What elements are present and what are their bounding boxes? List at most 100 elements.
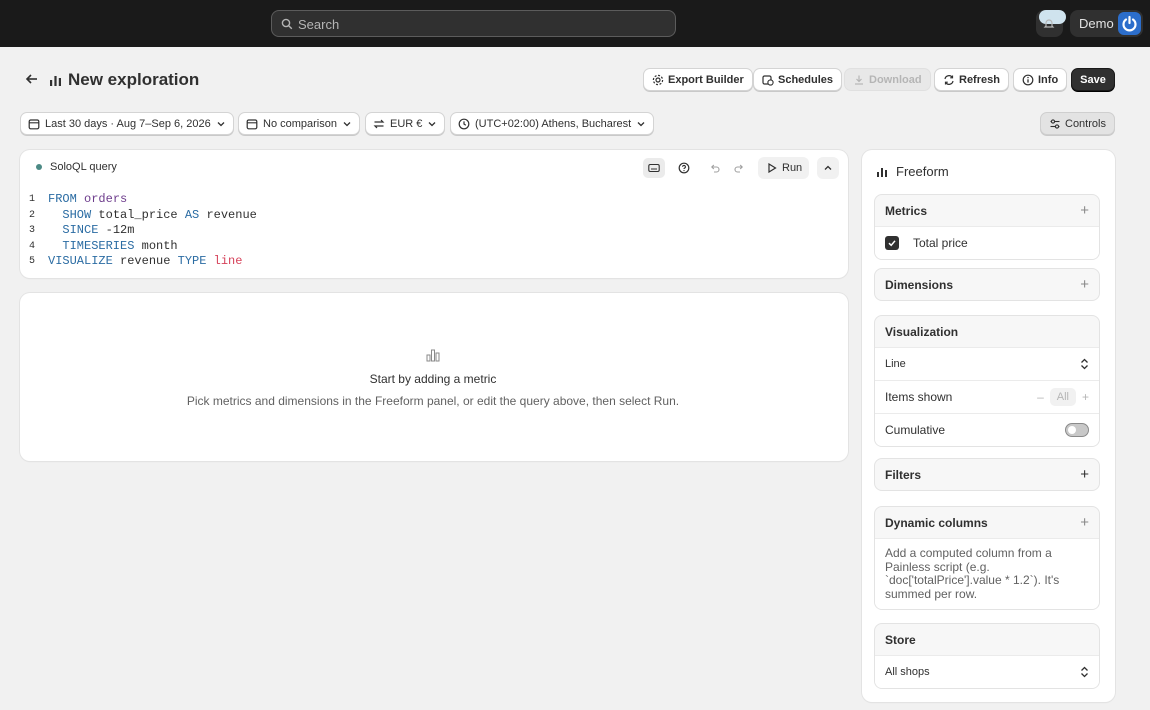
bar-chart-icon [876,166,888,178]
date-range-picker[interactable]: Last 30 days · Aug 7–Sep 6, 2026 [20,112,234,135]
run-label: Run [782,162,803,174]
controls-label: Controls [1065,117,1106,130]
cumulative-toggle[interactable] [1065,423,1089,437]
results-card: Start by adding a metric Pick metrics an… [20,293,848,461]
download-button[interactable]: Download [844,68,931,91]
refresh-label: Refresh [959,73,1000,86]
redo-button[interactable] [728,158,750,178]
checkbox-checked[interactable] [885,236,899,250]
code-token: AS [184,207,200,222]
query-header: SoloQL query [36,161,117,173]
dimensions-section: Dimensions + [874,268,1100,301]
code-token: TIMESERIES [48,238,135,253]
gear-icon [652,74,664,86]
back-button[interactable] [24,71,42,89]
page-title-wrap: New exploration [49,70,199,90]
store-heading: Store [885,632,916,647]
chevron-up-icon [823,163,833,173]
panel-title-wrap: Freeform [876,164,949,179]
dynamic-columns-section: Dynamic columns + Add a computed column f… [874,506,1100,610]
arrow-left-icon [24,71,42,87]
add-dimension-icon[interactable]: + [1080,277,1089,292]
filters-section: Filters + [874,458,1100,491]
run-button[interactable]: Run [758,157,809,179]
collapse-editor-button[interactable] [817,157,839,179]
calendar-clock-icon [762,74,774,86]
clock-icon [458,118,470,130]
chart-placeholder-icon-wrap [20,348,846,365]
cumulative-label: Cumulative [885,423,946,437]
metric-item-label: Total price [913,236,968,250]
question-icon [678,162,690,174]
code-token: total_price [91,207,185,222]
code-token: FROM [48,192,77,206]
items-shown-stepper[interactable]: – All + [1037,388,1089,406]
minus-icon[interactable]: – [1037,390,1044,404]
notifications-button[interactable] [1036,10,1066,37]
line-number: 2 [28,209,35,221]
info-icon [1022,74,1034,86]
line-number: 3 [28,225,35,236]
line-number: 4 [28,240,35,252]
chevron-down-icon [636,119,646,129]
empty-state-title: Start by adding a metric [369,372,497,386]
help-button[interactable] [673,158,695,178]
freeform-panel: Freeform Metrics + Total price Dimensions… [862,150,1115,702]
code-token: line [213,254,243,268]
currency-picker[interactable]: EUR € [365,112,446,135]
info-label: Info [1038,73,1059,86]
date-range-label: Last 30 days · Aug 7–Sep 6, 2026 [45,117,211,130]
schedules-button[interactable]: Schedules [753,68,843,91]
refresh-icon [943,74,955,86]
sliders-icon [1049,118,1061,130]
timezone-picker[interactable]: (UTC+02:00) Athens, Bucharest [450,112,655,135]
metrics-heading: Metrics [885,203,928,218]
comparison-picker[interactable]: No comparison [238,112,360,135]
query-editor-card: SoloQL query Run 1 FROM orders 2 SHOW tota… [20,150,848,278]
plus-icon[interactable]: + [1082,390,1089,404]
code-token: orders [84,192,128,206]
store-select[interactable]: All shops [875,655,1099,688]
visualization-section: Visualization Line Items shown – All + C… [874,315,1100,447]
search-placeholder: Search [298,17,340,32]
metric-item-total-price[interactable]: Total price [875,226,1099,259]
add-filter-icon[interactable]: + [1080,467,1089,482]
page-title: New exploration [68,70,200,89]
save-label: Save [1080,73,1106,86]
export-builder-button[interactable]: Export Builder [643,68,753,91]
calendar-icon [246,118,258,130]
bar-chart-icon [49,74,62,87]
items-shown-value: All [1049,388,1076,406]
chevron-down-icon [427,119,437,129]
keyboard-button[interactable] [643,158,665,178]
comparison-label: No comparison [263,117,337,130]
info-button[interactable]: Info [1013,68,1068,91]
search-input[interactable]: Search [271,10,676,37]
query-label: SoloQL query [50,161,117,173]
code-token: -12m [98,223,135,237]
code-token: SHOW [48,207,92,222]
status-dot [36,164,42,170]
refresh-button[interactable]: Refresh [934,68,1009,91]
chevron-down-icon [342,119,352,129]
code-line: 1 FROM orders [20,192,257,208]
undo-button[interactable] [704,158,726,178]
calendar-icon [28,118,40,130]
top-bar: Search Demo [0,0,1150,47]
exchange-icon [373,118,385,130]
store-value: All shops [885,666,930,678]
schedules-label: Schedules [778,73,834,86]
code-editor[interactable]: 1 FROM orders 2 SHOW total_price AS revenu… [20,192,257,270]
download-label: Download [869,73,922,86]
add-metric-icon[interactable]: + [1080,203,1089,218]
visualization-type-value: Line [885,358,906,370]
controls-toggle-button[interactable]: Controls [1040,112,1115,135]
filters-heading: Filters [885,467,922,482]
code-token: revenue [199,207,257,222]
visualization-heading: Visualization [885,324,959,339]
visualization-type-select[interactable]: Line [875,347,1099,380]
bar-chart-outline-icon [426,348,440,362]
add-dynamic-column-icon[interactable]: + [1080,515,1089,530]
save-button[interactable]: Save [1071,68,1115,91]
account-menu[interactable]: Demo [1070,10,1143,37]
